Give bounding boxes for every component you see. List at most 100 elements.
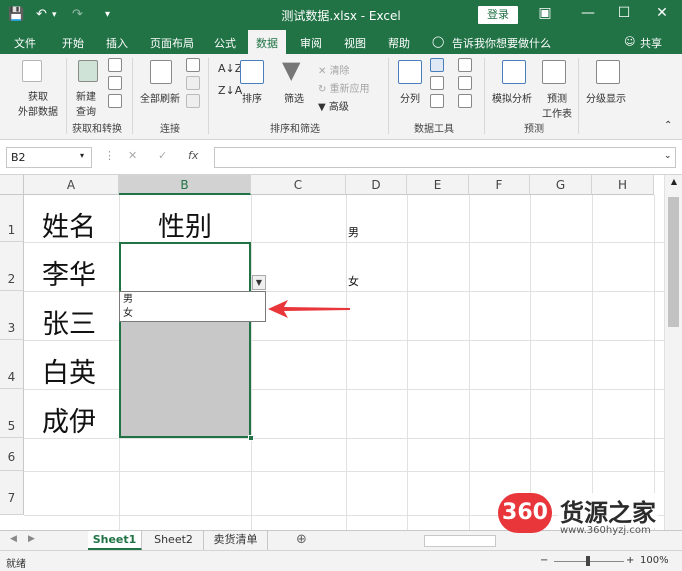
row-header-1[interactable]: 1	[0, 195, 24, 242]
horizontal-scrollbar[interactable]	[424, 535, 496, 547]
maximize-icon[interactable]: ☐	[614, 5, 634, 21]
zoom-level[interactable]: 100%	[640, 555, 669, 566]
scroll-up-icon[interactable]: ▲	[666, 177, 682, 186]
validation-dropdown-button[interactable]: ▼	[252, 275, 266, 290]
row-header-5[interactable]: 5	[0, 389, 24, 438]
row-header-6[interactable]: 6	[0, 438, 24, 471]
close-icon[interactable]: ✕	[652, 5, 672, 21]
tab-data[interactable]: 数据	[248, 30, 286, 54]
cell-d2[interactable]: 女	[348, 273, 359, 289]
column-header-c[interactable]: C	[251, 175, 346, 195]
enter-icon[interactable]: ✓	[158, 149, 167, 162]
sheet-tab-sales-list[interactable]: 卖货清单	[204, 531, 268, 550]
what-if-analysis-button[interactable]: 模拟分析	[492, 90, 532, 105]
reapply-icon: ↻	[318, 84, 330, 95]
tab-formulas[interactable]: 公式	[214, 35, 236, 51]
collapse-ribbon-icon[interactable]: ⌃	[664, 120, 672, 131]
filter-icon: ▼	[282, 56, 301, 84]
cell-a1[interactable]: 姓名	[42, 205, 96, 244]
outline-icon	[596, 60, 620, 84]
get-external-data-button[interactable]: 获取 外部数据	[18, 88, 58, 118]
vertical-scrollbar[interactable]: ▲	[664, 175, 682, 530]
sort-az-icon[interactable]: A↓Z	[218, 62, 242, 75]
zoom-slider-thumb[interactable]	[586, 556, 590, 566]
tab-review[interactable]: 审阅	[300, 35, 322, 51]
from-table-icon[interactable]	[108, 76, 122, 90]
properties-icon[interactable]	[186, 76, 200, 90]
insert-function-icon[interactable]: fx	[188, 149, 198, 162]
tab-view[interactable]: 视图	[344, 35, 366, 51]
flash-fill-icon[interactable]	[430, 58, 444, 72]
expand-formula-bar-icon[interactable]: ⌄	[664, 151, 672, 161]
vertical-scroll-thumb[interactable]	[668, 197, 679, 327]
relationships-icon[interactable]	[458, 76, 472, 90]
red-arrow-annotation	[268, 300, 350, 318]
tab-help[interactable]: 帮助	[388, 35, 410, 51]
reapply-button[interactable]: ↻ 重新应用	[318, 80, 370, 95]
name-box-dropdown-icon[interactable]: ▾	[80, 151, 84, 160]
select-all-corner[interactable]	[0, 175, 24, 195]
connections-icon[interactable]	[186, 58, 200, 72]
next-sheet-icon[interactable]: ▶	[28, 534, 35, 544]
sort-za-icon[interactable]: Z↓A	[218, 84, 242, 97]
row-header-4[interactable]: 4	[0, 340, 24, 389]
show-queries-icon[interactable]	[108, 58, 122, 72]
watermark-title: 货源之家	[558, 493, 658, 528]
recent-sources-icon[interactable]	[108, 94, 122, 108]
sort-button[interactable]: 排序	[242, 90, 262, 105]
new-query-button[interactable]: 新建 查询	[76, 88, 96, 118]
prev-sheet-icon[interactable]: ◀	[10, 534, 17, 544]
fill-handle[interactable]	[248, 435, 254, 441]
minimize-icon[interactable]: —	[578, 5, 598, 21]
zoom-out-icon[interactable]: −	[540, 555, 548, 566]
filter-button[interactable]: 筛选	[284, 90, 304, 105]
remove-duplicates-icon[interactable]	[430, 76, 444, 90]
cell-a5[interactable]: 成伊	[42, 400, 96, 439]
tab-home[interactable]: 开始	[62, 35, 84, 51]
column-header-f[interactable]: F	[469, 175, 530, 195]
tab-insert[interactable]: 插入	[106, 35, 128, 51]
cell-a2[interactable]: 李华	[42, 253, 96, 292]
group-label-data-tools: 数据工具	[414, 124, 454, 135]
status-text: 就绪	[6, 559, 26, 570]
row-header-2[interactable]: 2	[0, 242, 24, 291]
manage-data-model-icon[interactable]	[458, 94, 472, 108]
cell-b1[interactable]: 性别	[158, 205, 212, 244]
formula-input[interactable]	[214, 147, 676, 168]
share-button[interactable]: 共享	[640, 35, 662, 51]
group-label-forecast: 预测	[524, 124, 544, 135]
add-sheet-icon[interactable]: ⊕	[296, 532, 307, 547]
column-header-d[interactable]: D	[346, 175, 407, 195]
outline-button[interactable]: 分级显示	[586, 90, 626, 105]
column-header-e[interactable]: E	[407, 175, 469, 195]
edit-links-icon[interactable]	[186, 94, 200, 108]
clear-button[interactable]: ✕ 清除	[318, 62, 350, 77]
tab-page-layout[interactable]: 页面布局	[150, 35, 194, 51]
cancel-icon[interactable]: ✕	[128, 149, 137, 162]
column-header-a[interactable]: A	[24, 175, 119, 195]
cell-d1[interactable]: 男	[348, 224, 359, 240]
zoom-in-icon[interactable]: +	[626, 555, 634, 566]
cell-a4[interactable]: 白英	[42, 351, 96, 390]
row-header-3[interactable]: 3	[0, 291, 24, 340]
consolidate-icon[interactable]	[458, 58, 472, 72]
cell-a3[interactable]: 张三	[42, 302, 96, 341]
tab-file[interactable]: 文件	[14, 35, 36, 51]
sheet-tab-sheet1[interactable]: Sheet1	[88, 531, 142, 550]
column-header-g[interactable]: G	[530, 175, 592, 195]
data-validation-icon[interactable]	[430, 94, 444, 108]
dropdown-option[interactable]: 男	[123, 293, 262, 307]
dropdown-option[interactable]: 女	[123, 307, 262, 321]
ribbon-tabs: 文件 开始 插入 页面布局 公式 数据 审阅 视图 帮助 ◯ 告诉我你想要做什么…	[0, 30, 682, 54]
tell-me-search[interactable]: 告诉我你想要做什么	[452, 35, 551, 51]
refresh-all-button[interactable]: 全部刷新	[140, 90, 180, 105]
column-header-h[interactable]: H	[592, 175, 654, 195]
sheet-tab-sheet2[interactable]: Sheet2	[144, 531, 204, 550]
login-button[interactable]: 登录	[478, 6, 518, 24]
forecast-sheet-button[interactable]: 预测 工作表	[542, 90, 572, 120]
row-header-7[interactable]: 7	[0, 471, 24, 515]
advanced-button[interactable]: ▼ 高级	[318, 98, 349, 113]
column-header-b[interactable]: B	[119, 175, 251, 195]
text-to-columns-button[interactable]: 分列	[400, 90, 420, 105]
ribbon-display-icon[interactable]: ▣	[535, 5, 555, 21]
